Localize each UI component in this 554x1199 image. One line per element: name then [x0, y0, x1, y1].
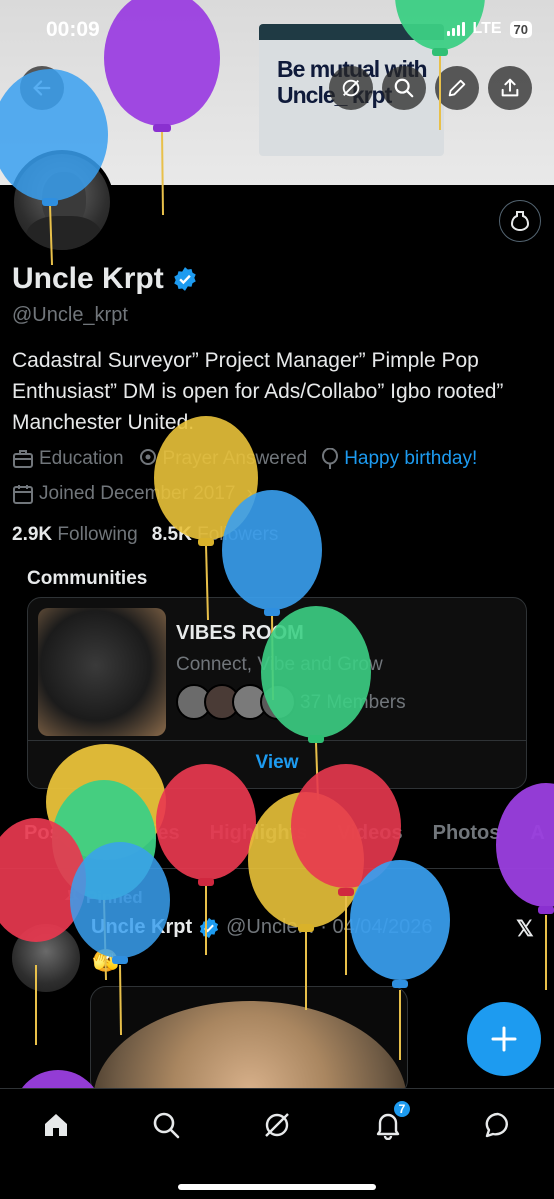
- tweet-text: 🫣: [92, 948, 120, 973]
- grok-button[interactable]: [329, 66, 373, 110]
- nav-notifications[interactable]: 7: [368, 1099, 412, 1145]
- balloon-icon: [322, 448, 339, 469]
- status-indicators: LTE 70: [446, 20, 532, 38]
- search-button[interactable]: [382, 66, 426, 110]
- tab-replies[interactable]: Replies: [108, 822, 179, 868]
- home-indicator[interactable]: [178, 1184, 376, 1190]
- share-button[interactable]: [488, 66, 532, 110]
- tabs-divider: [0, 868, 554, 869]
- briefcase-icon: [13, 450, 33, 468]
- follow-stats: 2.9K Following 8.5K Followers: [12, 524, 278, 546]
- search-icon: [153, 1112, 180, 1139]
- tab-articles[interactable]: A: [530, 822, 544, 868]
- balloon-purple: [496, 783, 554, 990]
- following-link[interactable]: 2.9K Following: [12, 524, 138, 546]
- location-label: Prayer Answered: [162, 448, 308, 469]
- status-bar: 00:09 LTE 70: [0, 0, 554, 60]
- back-button[interactable]: [20, 66, 64, 110]
- tweet-media[interactable]: [90, 986, 408, 1096]
- community-view-button[interactable]: View: [28, 752, 526, 774]
- plus-icon: [491, 1026, 517, 1052]
- battery-icon: 70: [509, 20, 532, 38]
- tweet-header: Uncle Krpt @Uncle... · 04/04/2026: [91, 916, 433, 939]
- edit-button[interactable]: [435, 66, 479, 110]
- member-avatars: [176, 684, 296, 720]
- grok-icon: [265, 1113, 289, 1137]
- tweet-avatar[interactable]: [12, 924, 80, 992]
- avatar-body: [26, 216, 102, 250]
- share-icon: [501, 78, 519, 97]
- grok-icon: [342, 79, 360, 97]
- chat-icon: [485, 1112, 508, 1138]
- member-count: 37 Members: [300, 692, 406, 713]
- profile-handle: @Uncle_krpt: [12, 304, 128, 326]
- following-label: Following: [57, 524, 138, 545]
- pinned-indicator: Pinned: [64, 888, 143, 908]
- category-label: Education: [39, 448, 124, 469]
- birthday-item[interactable]: Happy birthday!: [321, 448, 477, 470]
- tab-posts[interactable]: Posts: [24, 822, 78, 868]
- profile-name-row: Uncle Krpt: [12, 262, 198, 296]
- following-count: 2.9K: [12, 524, 53, 545]
- pencil-icon: [448, 79, 466, 97]
- tip-jar-button[interactable]: [499, 200, 541, 242]
- display-name: Uncle Krpt: [12, 262, 164, 295]
- tweet-author-name[interactable]: Uncle Krpt: [91, 916, 192, 939]
- profile-bio: Cadastral Surveyor” Project Manager” Pim…: [12, 349, 504, 434]
- profile-tabs: Posts Replies Highlights Videos Photos A: [0, 822, 554, 868]
- joined-item: Joined December 2017 ›: [12, 483, 253, 505]
- community-card[interactable]: VIBES ROOM Connect, Vibe and Grow 37 Mem…: [27, 597, 527, 789]
- bottom-nav: 7: [0, 1088, 554, 1199]
- tweet-date: · 04/04/2026: [320, 916, 433, 938]
- community-divider: [28, 740, 526, 741]
- tab-videos[interactable]: Videos: [337, 822, 402, 868]
- nav-grok[interactable]: [257, 1105, 297, 1145]
- tab-photos[interactable]: Photos: [433, 822, 501, 868]
- followers-link[interactable]: 8.5K Followers: [152, 524, 279, 546]
- profile-meta-row-2: Joined December 2017 ›: [12, 483, 261, 505]
- location-item: Prayer Answered: [138, 448, 308, 470]
- network-label: LTE: [472, 20, 502, 37]
- pinned-label: Pinned: [86, 888, 143, 907]
- tab-highlights[interactable]: Highlights: [210, 822, 308, 868]
- status-time: 00:09: [46, 18, 100, 41]
- tweet-author-handle[interactable]: @Uncle...: [226, 916, 314, 939]
- tip-jar-icon: [510, 211, 530, 231]
- balloon-yellow: [154, 416, 258, 621]
- x-logo-icon: 𝕏: [516, 916, 534, 941]
- community-tagline: Connect, Vibe and Grow: [176, 654, 383, 675]
- location-pin-icon: [139, 449, 156, 465]
- profile-avatar[interactable]: [10, 150, 114, 254]
- category-item: Education: [12, 448, 124, 470]
- calendar-icon: [13, 485, 33, 504]
- member-avatar: [260, 684, 296, 720]
- pin-icon: [64, 890, 80, 905]
- followers-count: 8.5K: [151, 524, 192, 545]
- birthday-label[interactable]: Happy birthday!: [344, 448, 477, 470]
- followers-label: Followers: [197, 524, 279, 545]
- chevron-right-icon[interactable]: ›: [246, 483, 252, 505]
- nav-messages[interactable]: [478, 1105, 518, 1145]
- tweet-media-image: [93, 1001, 407, 1095]
- search-icon: [394, 78, 414, 98]
- signal-icon: [446, 22, 465, 36]
- compose-button[interactable]: [467, 1002, 541, 1076]
- joined-label: Joined December 2017: [39, 483, 236, 504]
- profile-meta-row-1: Education Prayer Answered Happy birthday…: [12, 448, 485, 470]
- notification-badge: 7: [392, 1099, 412, 1119]
- community-image: [38, 608, 166, 736]
- nav-search[interactable]: [146, 1105, 186, 1145]
- community-name: VIBES ROOM: [176, 622, 304, 644]
- back-arrow-icon: [33, 80, 51, 96]
- verified-badge-icon: [200, 917, 219, 938]
- home-icon: [45, 1114, 67, 1136]
- balloon-red: [291, 764, 401, 975]
- verified-badge-icon[interactable]: [172, 266, 198, 292]
- nav-home[interactable]: [36, 1105, 76, 1145]
- communities-title: Communities: [27, 568, 148, 589]
